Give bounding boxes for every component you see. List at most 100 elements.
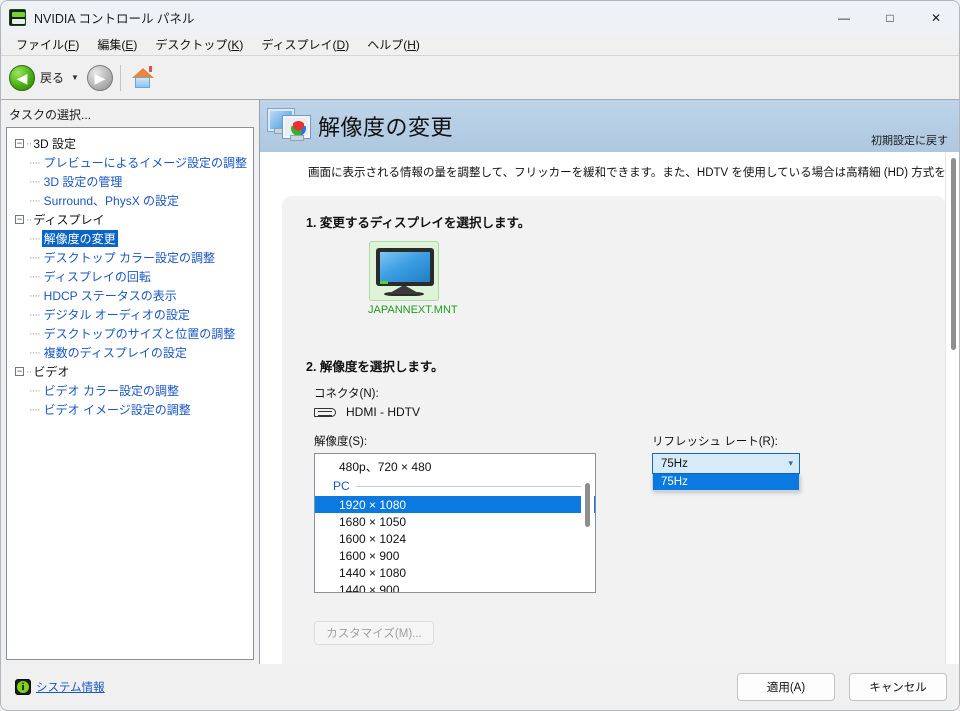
resolution-scrollbar-thumb[interactable] bbox=[585, 483, 590, 527]
monitor-thumbnail-icon bbox=[369, 241, 439, 301]
settings-section: 1. 変更するディスプレイを選択します。 JAPANNEXT.MNT 2. 解像… bbox=[282, 196, 946, 665]
refresh-rate-combobox[interactable]: 75Hz ▾ bbox=[652, 453, 800, 474]
resolution-item-selected[interactable]: 1920 × 1080 bbox=[315, 496, 595, 513]
resolution-item[interactable]: 1600 × 1024 bbox=[315, 530, 595, 547]
tree-group-display: − ·· ディスプレイ ···· 解像度の変更 ···· デスクトップ カラー設定の… bbox=[11, 210, 249, 362]
tree-root-video[interactable]: − ·· ビデオ bbox=[11, 362, 249, 381]
sidebar-item-label: ディスプレイの回転 bbox=[43, 270, 151, 284]
menu-desktop[interactable]: デスクトップ(K) bbox=[146, 34, 252, 55]
sidebar-item-adjust-video-image[interactable]: ···· ビデオ イメージ設定の調整 bbox=[11, 400, 249, 419]
monitor-power-led bbox=[380, 281, 388, 284]
refresh-rate-column: リフレッシュ レート(R): 75Hz ▾ 75Hz bbox=[652, 433, 812, 491]
sidebar-item-change-resolution[interactable]: ···· 解像度の変更 bbox=[11, 229, 249, 248]
resolution-scrollbar[interactable] bbox=[581, 455, 594, 591]
system-info-link[interactable]: システム情報 bbox=[15, 679, 105, 695]
sidebar-item-setup-digital-audio[interactable]: ···· デジタル オーディオの設定 bbox=[11, 305, 249, 324]
task-tree[interactable]: − ·· 3D 設定 ···· プレビューによるイメージ設定の調整 ···· 3D … bbox=[6, 127, 254, 660]
content-scrollbar-thumb[interactable] bbox=[951, 158, 956, 350]
resolution-label: 解像度(S): bbox=[314, 436, 368, 448]
tree-dot-lead: ···· bbox=[29, 232, 41, 245]
sidebar-item-rotate-display[interactable]: ···· ディスプレイの回転 bbox=[11, 267, 249, 286]
menu-display[interactable]: ディスプレイ(D) bbox=[252, 34, 358, 55]
connector-label: コネクタ(N): bbox=[314, 388, 379, 400]
page-title: 解像度の変更 bbox=[318, 115, 454, 140]
resolution-item[interactable]: 1440 × 1080 bbox=[315, 564, 595, 581]
back-history-dropdown[interactable]: ▼ bbox=[71, 73, 79, 82]
display-tile-japannext[interactable]: JAPANNEXT.MNT bbox=[368, 241, 458, 316]
refresh-rate-option[interactable]: 75Hz bbox=[653, 474, 799, 490]
menu-edit[interactable]: 編集(E) bbox=[88, 34, 146, 55]
sidebar-item-label: プレビューによるイメージ設定の調整 bbox=[43, 156, 248, 170]
title-bar: NVIDIA コントロール パネル — □ ✕ bbox=[1, 1, 959, 34]
tree-dot-lead: ·· bbox=[26, 137, 32, 150]
home-icon[interactable] bbox=[130, 65, 156, 90]
resolution-column: 解像度(S): 480p、720 × 480 PC 1920 × 1080 16… bbox=[314, 433, 610, 593]
resolution-refresh-row: 解像度(S): 480p、720 × 480 PC 1920 × 1080 16… bbox=[306, 433, 928, 593]
hdmi-connector-icon bbox=[314, 407, 336, 417]
expander-icon[interactable]: − bbox=[15, 215, 24, 224]
resolution-group-pc: PC bbox=[315, 476, 595, 496]
menu-file-text: ファイル( bbox=[16, 38, 68, 52]
resolution-item[interactable]: 1600 × 900 bbox=[315, 547, 595, 564]
connector-row: HDMI - HDTV bbox=[314, 405, 928, 419]
minimize-button[interactable]: — bbox=[821, 1, 867, 34]
menu-desktop-text: デスクトップ( bbox=[155, 38, 232, 52]
tree-root-3d-settings[interactable]: − ·· 3D 設定 bbox=[11, 134, 249, 153]
sidebar: タスクの選択... − ·· 3D 設定 ···· プレビューによるイメージ設定の… bbox=[1, 100, 259, 666]
refresh-rate-dropdown-list[interactable]: 75Hz bbox=[652, 474, 800, 491]
tree-root-label: ビデオ bbox=[33, 365, 70, 379]
close-button[interactable]: ✕ bbox=[913, 1, 959, 34]
tree-dot-lead: ···· bbox=[29, 403, 41, 416]
sidebar-item-label: 3D 設定の管理 bbox=[43, 175, 123, 189]
nvidia-control-panel-window: NVIDIA コントロール パネル — □ ✕ ファイル(F) 編集(E) デス… bbox=[0, 0, 960, 711]
body-area: タスクの選択... − ·· 3D 設定 ···· プレビューによるイメージ設定の… bbox=[1, 100, 960, 666]
forward-button[interactable]: ▶ bbox=[86, 64, 113, 91]
sidebar-item-view-hdcp-status[interactable]: ···· HDCP ステータスの表示 bbox=[11, 286, 249, 305]
apply-button[interactable]: 適用(A) bbox=[737, 673, 835, 701]
connector-value: HDMI - HDTV bbox=[346, 405, 420, 419]
resolution-item[interactable]: 1680 × 1050 bbox=[315, 513, 595, 530]
tree-dot-lead: ···· bbox=[29, 156, 41, 169]
rgb-wheel-icon bbox=[291, 121, 306, 136]
menu-file[interactable]: ファイル(F) bbox=[7, 34, 88, 55]
back-button[interactable]: ◀ bbox=[9, 64, 35, 91]
customize-button[interactable]: カスタマイズ(M)... bbox=[314, 621, 434, 645]
group-divider bbox=[355, 485, 585, 487]
content-panel: 解像度の変更 初期設定に戻す 画面に表示される情報の量を調整して、フリッカーを緩… bbox=[259, 100, 960, 666]
refresh-rate-value: 75Hz bbox=[661, 457, 688, 470]
expander-icon[interactable]: − bbox=[15, 139, 24, 148]
menu-bar: ファイル(F) 編集(E) デスクトップ(K) ディスプレイ(D) ヘルプ(H) bbox=[1, 34, 959, 56]
sidebar-item-manage-3d-settings[interactable]: ···· 3D 設定の管理 bbox=[11, 172, 249, 191]
sidebar-item-image-settings-preview[interactable]: ···· プレビューによるイメージ設定の調整 bbox=[11, 153, 249, 172]
tree-dot-lead: ···· bbox=[29, 384, 41, 397]
sidebar-item-adjust-desktop-size-position[interactable]: ···· デスクトップのサイズと位置の調整 bbox=[11, 324, 249, 343]
resolution-item[interactable]: 1440 × 900 bbox=[315, 581, 595, 593]
step2-title: 2. 解像度を選択します。 bbox=[306, 360, 444, 374]
sidebar-item-adjust-video-color[interactable]: ···· ビデオ カラー設定の調整 bbox=[11, 381, 249, 400]
resolution-group-label: PC bbox=[333, 479, 350, 493]
resolution-listbox[interactable]: 480p、720 × 480 PC 1920 × 1080 1680 × 105… bbox=[314, 453, 596, 593]
maximize-button[interactable]: □ bbox=[867, 1, 913, 34]
sidebar-item-label: デスクトップのサイズと位置の調整 bbox=[43, 327, 236, 341]
menu-file-tail: ) bbox=[75, 38, 80, 52]
refresh-rate-label: リフレッシュ レート(R): bbox=[652, 436, 778, 448]
expander-icon[interactable]: − bbox=[15, 367, 24, 376]
menu-help-tail: ) bbox=[415, 38, 420, 52]
resolution-item[interactable]: 480p、720 × 480 bbox=[315, 456, 595, 476]
menu-display-accel: D bbox=[336, 38, 346, 52]
menu-help[interactable]: ヘルプ(H) bbox=[358, 34, 429, 55]
sidebar-item-label: Surround、PhysX の設定 bbox=[43, 194, 180, 208]
tree-root-display[interactable]: − ·· ディスプレイ bbox=[11, 210, 249, 229]
cancel-button[interactable]: キャンセル bbox=[849, 673, 947, 701]
sidebar-item-adjust-desktop-color[interactable]: ···· デスクトップ カラー設定の調整 bbox=[11, 248, 249, 267]
bottom-bar: システム情報 適用(A) キャンセル bbox=[1, 664, 959, 710]
sidebar-item-surround-physx[interactable]: ···· Surround、PhysX の設定 bbox=[11, 191, 249, 210]
reset-defaults-link[interactable]: 初期設定に戻す bbox=[871, 132, 948, 148]
tree-group-3d-settings: − ·· 3D 設定 ···· プレビューによるイメージ設定の調整 ···· 3D … bbox=[11, 134, 249, 210]
menu-desktop-tail: ) bbox=[239, 38, 244, 52]
page-description: 画面に表示される情報の量を調整して、フリッカーを緩和できます。また、HDTV を… bbox=[308, 167, 960, 179]
sidebar-item-setup-multiple-displays[interactable]: ···· 複数のディスプレイの設定 bbox=[11, 343, 249, 362]
window-title: NVIDIA コントロール パネル bbox=[34, 12, 195, 26]
content-scrollbar[interactable] bbox=[945, 152, 959, 665]
sidebar-title: タスクの選択... bbox=[9, 108, 92, 122]
